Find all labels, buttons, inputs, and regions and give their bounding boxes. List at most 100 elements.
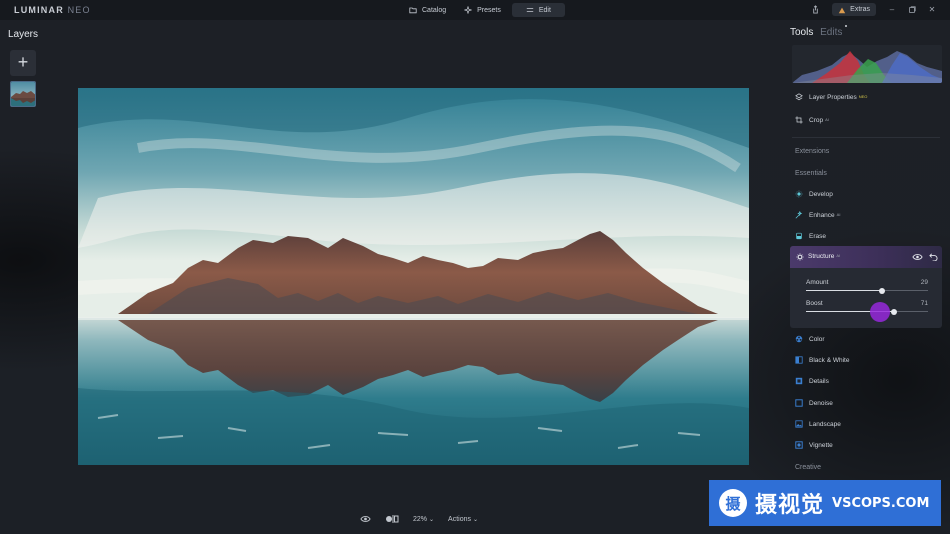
- bottom-toolbar: 22% ⌄ Actions ⌄: [360, 515, 478, 523]
- title-bar: LUMINAR NEO Catalog Presets Edit Extras …: [0, 0, 950, 20]
- tool-black-white-label: Black & White: [809, 356, 850, 364]
- ai-badge: AI: [836, 211, 841, 217]
- logo-main-text: LUMINAR: [14, 5, 64, 15]
- layer-thumbnail-image: [11, 82, 35, 106]
- watermark-banner: 摄 摄视觉 VSCOPS.COM: [709, 480, 941, 526]
- chevron-down-icon: ⌄: [473, 516, 479, 523]
- denoise-icon: [795, 399, 803, 407]
- minimize-icon[interactable]: –: [888, 5, 896, 14]
- presets-tab-label: Presets: [477, 6, 501, 14]
- ai-badge: AI: [825, 116, 829, 122]
- actions-label: Actions: [448, 515, 472, 523]
- sparkle-icon: [464, 6, 473, 14]
- boost-label: Boost: [806, 300, 823, 307]
- window-controls: Extras – ✕: [811, 3, 936, 16]
- watermark-latin-text: VSCOPS.COM: [832, 495, 930, 511]
- eye-icon[interactable]: [360, 515, 371, 523]
- restore-icon[interactable]: [908, 5, 916, 14]
- tool-develop[interactable]: Develop: [795, 190, 833, 198]
- black-white-icon: [795, 356, 803, 364]
- structure-label: Structure: [808, 253, 835, 260]
- mode-switcher: Catalog Presets Edit: [402, 3, 565, 17]
- structure-icon: [796, 253, 804, 261]
- color-icon: [795, 335, 803, 343]
- extras-button[interactable]: Extras: [832, 3, 876, 16]
- tool-crop-label: Crop: [809, 116, 824, 124]
- folder-icon: [409, 7, 417, 14]
- structure-panel: Structure AI Amount 29 Boost 71: [790, 246, 942, 328]
- layers-title: Layers: [8, 29, 39, 40]
- photo-canvas[interactable]: [78, 88, 749, 465]
- presets-tab[interactable]: Presets: [457, 3, 508, 17]
- zoom-select[interactable]: 22% ⌄: [413, 516, 434, 523]
- tool-black-white[interactable]: Black & White: [795, 356, 849, 364]
- tool-vignette-label: Vignette: [809, 441, 833, 449]
- tab-edits[interactable]: Edits: [820, 25, 848, 38]
- section-extensions[interactable]: Extensions: [795, 148, 829, 155]
- tool-color[interactable]: Color: [795, 335, 825, 343]
- tool-layer-properties-label: Layer Properties: [809, 93, 857, 101]
- tool-crop[interactable]: Crop AI: [795, 116, 829, 124]
- tool-develop-label: Develop: [809, 190, 833, 198]
- boost-slider-handle[interactable]: [890, 308, 897, 315]
- tab-edits-label: Edits: [820, 27, 843, 38]
- watermark-logo: 摄: [719, 489, 747, 517]
- tool-denoise[interactable]: Denoise: [795, 399, 833, 407]
- layer-thumbnail[interactable]: [10, 81, 36, 107]
- actions-menu[interactable]: Actions ⌄: [448, 516, 478, 523]
- vignette-icon: [795, 441, 803, 449]
- app-logo: LUMINAR NEO: [14, 5, 91, 15]
- amount-slider-fill: [806, 290, 882, 291]
- chevron-down-icon: ⌄: [429, 516, 435, 523]
- sliders-icon: [526, 8, 534, 12]
- tool-details[interactable]: Details: [795, 377, 829, 385]
- edit-tab-label: Edit: [538, 6, 551, 14]
- ai-badge: AI: [836, 253, 841, 258]
- structure-title: Structure AI: [808, 253, 840, 260]
- neo-badge: NEO: [858, 93, 868, 99]
- zoom-value: 22%: [413, 515, 428, 523]
- amount-value: 29: [920, 279, 928, 286]
- cursor-highlight: [870, 302, 890, 322]
- catalog-tab-label: Catalog: [422, 6, 447, 14]
- amount-label: Amount: [806, 279, 829, 286]
- tool-denoise-label: Denoise: [809, 399, 833, 407]
- close-icon[interactable]: ✕: [928, 5, 936, 14]
- tool-erase-label: Erase: [809, 232, 826, 240]
- tool-enhance[interactable]: Enhance AI: [795, 211, 840, 219]
- photo-image: [78, 88, 749, 465]
- logo-sub-text: NEO: [67, 5, 91, 15]
- tool-landscape[interactable]: Landscape: [795, 420, 841, 428]
- tool-details-label: Details: [809, 377, 829, 385]
- share-icon[interactable]: [811, 5, 820, 14]
- landscape-icon: [795, 420, 803, 428]
- visibility-eye-icon[interactable]: [912, 253, 923, 261]
- watermark-chinese-text: 摄视觉: [755, 493, 825, 518]
- extras-label: Extras: [850, 6, 870, 13]
- edit-tab[interactable]: Edit: [511, 3, 565, 17]
- add-layer-button[interactable]: +: [10, 50, 36, 76]
- extras-icon: [838, 7, 846, 13]
- reset-icon[interactable]: [929, 252, 938, 261]
- tool-erase[interactable]: Erase: [795, 232, 826, 240]
- tab-tools[interactable]: Tools: [790, 27, 813, 38]
- histogram-graph: [792, 51, 942, 83]
- section-creative[interactable]: Creative: [795, 464, 821, 471]
- structure-header[interactable]: Structure AI: [790, 246, 942, 268]
- tool-color-label: Color: [809, 335, 825, 343]
- details-icon: [795, 377, 803, 385]
- compare-icon[interactable]: [385, 515, 399, 523]
- develop-icon: [795, 190, 803, 198]
- enhance-icon: [795, 211, 803, 219]
- panel-tabs: Tools Edits: [790, 25, 848, 38]
- amount-slider-handle[interactable]: [878, 287, 885, 294]
- section-essentials[interactable]: Essentials: [795, 170, 827, 177]
- tool-layer-properties[interactable]: Layer Properties NEO: [795, 93, 867, 101]
- catalog-tab[interactable]: Catalog: [402, 3, 453, 17]
- tool-vignette[interactable]: Vignette: [795, 441, 833, 449]
- erase-icon: [796, 232, 802, 240]
- crop-icon: [795, 116, 803, 124]
- tool-landscape-label: Landscape: [809, 420, 841, 428]
- histogram: [792, 45, 942, 83]
- layers-icon: [795, 93, 803, 101]
